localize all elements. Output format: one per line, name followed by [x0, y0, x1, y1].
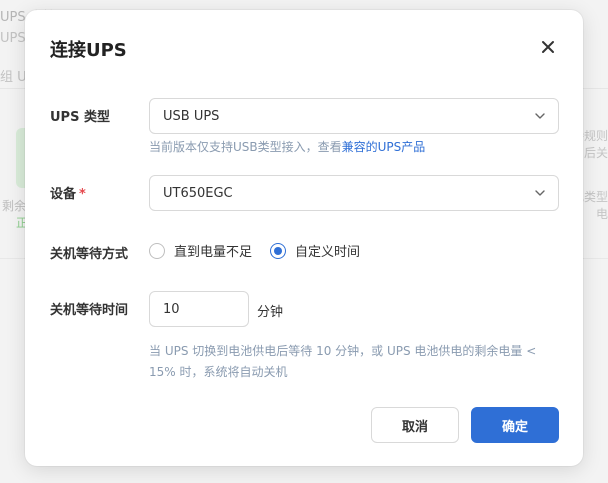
- shutdown-mode-label: 关机等待方式: [50, 247, 129, 262]
- bg-tab: 组 U: [0, 70, 27, 85]
- ups-type-hint-text: 当前版本仅支持USB类型接入，查看: [149, 140, 342, 154]
- shutdown-description: 当 UPS 切换到电池供电后等待 10 分钟，或 UPS 电池供电的剩余电量 <…: [149, 344, 537, 379]
- radio-until-low-battery[interactable]: 直到电量不足: [149, 241, 252, 260]
- radio-label: 直到电量不足: [174, 245, 253, 260]
- connect-ups-dialog: 连接UPS UPS 类型 USB UPS 当前版本仅支持USB类型接入，查看兼容…: [25, 10, 583, 466]
- radio-label: 自定义时间: [295, 245, 361, 260]
- bg-right-text: 电: [595, 207, 608, 221]
- radio-circle-checked: [270, 242, 287, 259]
- close-button[interactable]: [539, 38, 557, 56]
- dialog-title: 连接UPS: [50, 40, 127, 61]
- ups-type-value: USB UPS: [163, 108, 220, 124]
- radio-custom-time[interactable]: 自定义时间: [270, 241, 360, 260]
- confirm-button[interactable]: 确定: [471, 407, 559, 443]
- bg-right-text: 后关: [583, 146, 608, 160]
- cancel-button[interactable]: 取消: [371, 407, 459, 443]
- chevron-down-icon: [535, 190, 545, 196]
- shutdown-time-input[interactable]: [149, 291, 249, 327]
- ups-type-hint: 当前版本仅支持USB类型接入，查看兼容的UPS产品: [149, 138, 425, 155]
- ups-type-label: UPS 类型: [50, 110, 110, 125]
- device-label: 设备 *: [50, 183, 86, 202]
- radio-circle: [149, 242, 165, 259]
- compatible-ups-link[interactable]: 兼容的UPS产品: [342, 140, 426, 154]
- chevron-down-icon: [535, 113, 545, 119]
- bg-left-label: 剩余: [2, 199, 27, 213]
- device-value: UT650EGC: [163, 185, 233, 201]
- device-select[interactable]: UT650EGC: [149, 175, 559, 211]
- shutdown-mode-radio-group: 直到电量不足 自定义时间: [149, 241, 378, 260]
- close-icon: [542, 41, 554, 53]
- ups-type-select[interactable]: USB UPS: [149, 98, 559, 134]
- shutdown-time-label: 关机等待时间: [50, 303, 129, 318]
- device-label-text: 设备: [50, 187, 77, 202]
- bg-page-subtitle: UPS: [0, 31, 26, 46]
- time-unit: 分钟: [257, 305, 284, 320]
- required-mark: *: [79, 187, 86, 202]
